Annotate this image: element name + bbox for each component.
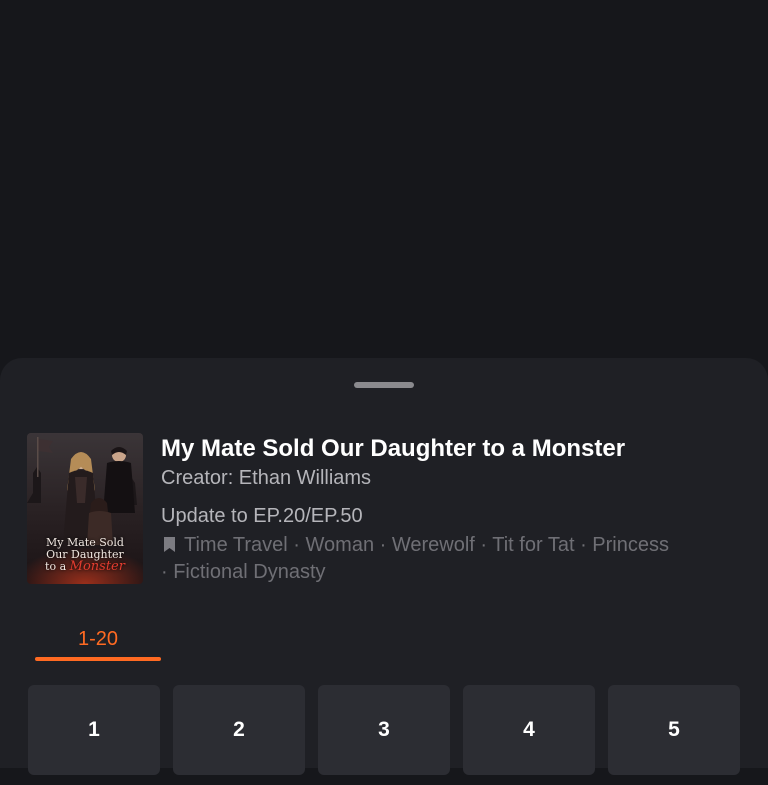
tag-item[interactable]: Time Travel <box>184 534 288 556</box>
bookmark-icon <box>163 535 176 560</box>
update-status: Update to EP.20/EP.50 <box>161 505 363 527</box>
cover-image: My Mate Sold Our Daughter to a Monster <box>27 433 143 584</box>
episode-bottom-sheet: My Mate Sold Our Daughter to a Monster M… <box>0 358 768 775</box>
tag-list: Time Travel · Woman · Werewolf · Tit for… <box>161 534 669 583</box>
creator-label: Creator: Ethan Williams <box>161 467 372 489</box>
tag-item[interactable]: Princess <box>592 534 669 556</box>
cover-title-art: My Mate Sold Our Daughter to a Monster <box>45 536 125 574</box>
tag-item[interactable]: Woman <box>306 534 375 556</box>
episode-button[interactable]: 5 <box>608 685 740 775</box>
dimmed-backdrop[interactable] <box>0 0 768 358</box>
tag-item[interactable]: Fictional Dynasty <box>173 561 325 583</box>
tag-item[interactable]: Tit for Tat <box>492 534 574 556</box>
tag-item[interactable]: Werewolf <box>392 534 475 556</box>
episode-button[interactable]: 2 <box>173 685 305 775</box>
episode-button[interactable]: 4 <box>463 685 595 775</box>
active-tab-indicator <box>35 657 161 661</box>
tab-episode-range[interactable]: 1-20 <box>35 626 161 652</box>
episode-button[interactable]: 1 <box>28 685 160 775</box>
drama-title: My Mate Sold Our Daughter to a Monster <box>161 435 626 462</box>
drag-handle-icon[interactable] <box>354 382 414 388</box>
drama-info: My Mate Sold Our Daughter to a Monster C… <box>161 434 741 585</box>
episode-grid: 1 2 3 4 5 <box>28 685 740 785</box>
episode-button[interactable]: 3 <box>318 685 450 775</box>
